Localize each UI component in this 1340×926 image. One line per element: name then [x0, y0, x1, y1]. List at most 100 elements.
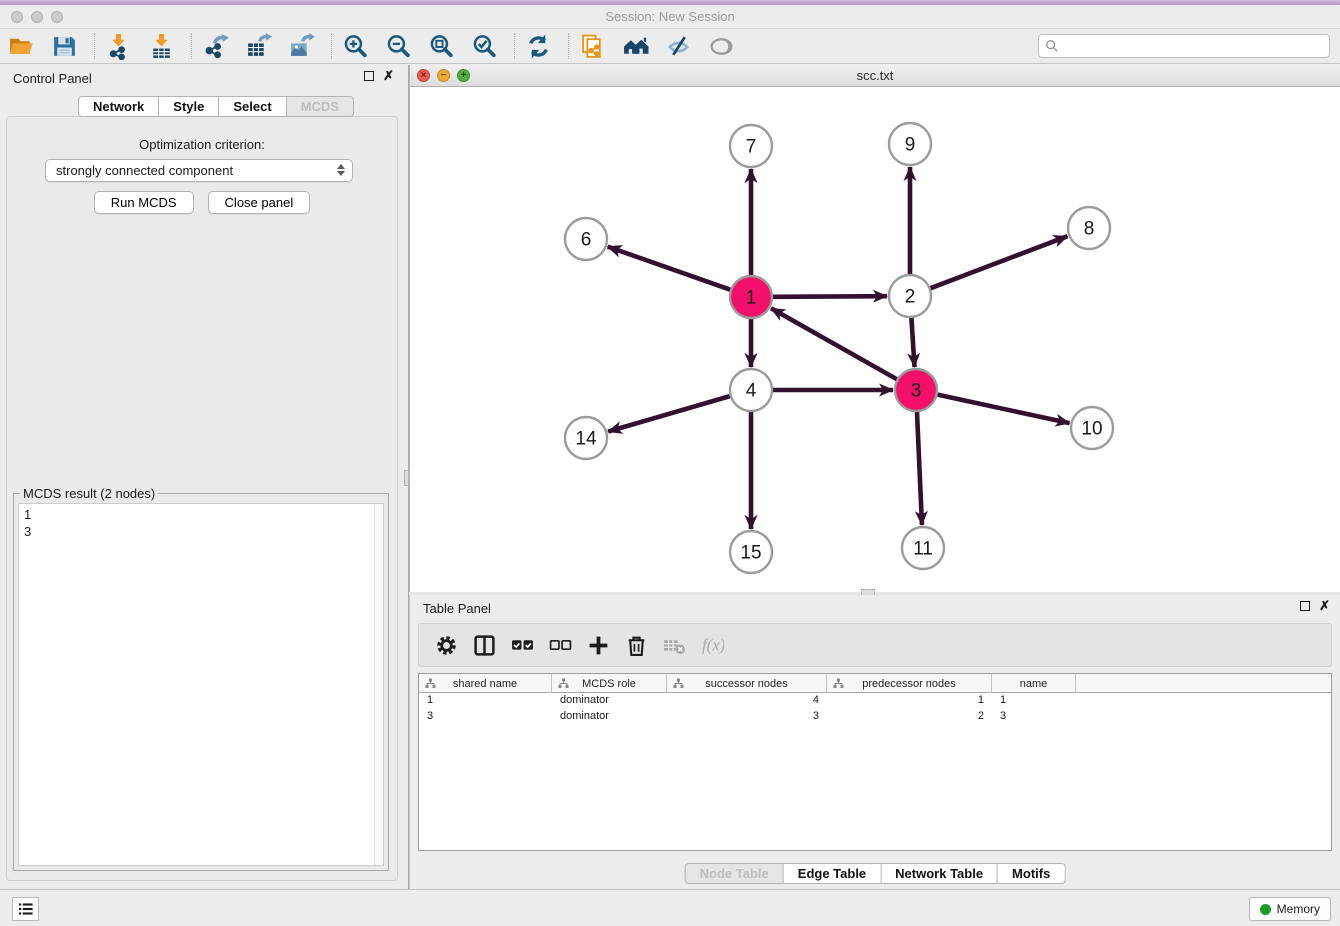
toolbar-separator: [568, 33, 569, 59]
edge-4-14[interactable]: [608, 396, 730, 431]
column-header-name[interactable]: name: [992, 674, 1076, 693]
node-label-9: 9: [905, 135, 916, 156]
column-header-shared-name[interactable]: shared name: [419, 674, 552, 693]
zoom-fit-icon[interactable]: [426, 31, 456, 61]
table-cell[interactable]: dominator: [552, 693, 667, 709]
node-label-8: 8: [1084, 219, 1095, 240]
float-panel-icon[interactable]: [364, 71, 374, 81]
mcds-result-group: MCDS result (2 nodes) 1 3: [13, 493, 389, 871]
zoom-out-icon[interactable]: [383, 31, 413, 61]
edge-2-3[interactable]: [911, 318, 914, 367]
criterion-dropdown[interactable]: strongly connected component: [45, 159, 353, 182]
table-cell[interactable]: 4: [667, 693, 827, 709]
table-cell[interactable]: 1: [827, 693, 992, 709]
criterion-value: strongly connected component: [56, 163, 233, 178]
close-table-panel-icon[interactable]: ✗: [1319, 601, 1330, 611]
table-cell[interactable]: dominator: [552, 709, 667, 725]
eye-icon[interactable]: [706, 31, 736, 61]
network-title: scc.txt: [410, 68, 1340, 83]
header-filler: [1076, 674, 1331, 693]
edge-1-6[interactable]: [608, 247, 731, 290]
export-network-icon[interactable]: [200, 31, 230, 61]
refresh-icon[interactable]: [523, 31, 553, 61]
trash-icon[interactable]: [623, 632, 649, 658]
close-panel-icon[interactable]: ✗: [383, 71, 394, 81]
add-icon[interactable]: [585, 632, 611, 658]
control-panel-header: Control Panel ✗: [0, 65, 404, 91]
tab-network-table[interactable]: Network Table: [881, 863, 998, 884]
mcds-result-title: MCDS result (2 nodes): [20, 486, 158, 501]
table-cell[interactable]: 3: [667, 709, 827, 725]
node-label-10: 10: [1081, 419, 1102, 440]
columns-icon[interactable]: [471, 632, 497, 658]
shared-column-icon: [833, 678, 844, 689]
export-table-icon[interactable]: [243, 31, 273, 61]
table-cell[interactable]: 1: [992, 693, 1076, 709]
memory-button[interactable]: Memory: [1249, 897, 1331, 921]
search-box[interactable]: [1038, 34, 1330, 58]
node-label-4: 4: [746, 381, 757, 402]
control-panel-tabs: NetworkStyleSelectMCDS: [78, 96, 354, 117]
close-panel-button[interactable]: Close panel: [208, 191, 311, 214]
result-scrollbar[interactable]: [374, 504, 383, 865]
node-label-14: 14: [575, 429, 597, 450]
edge-1-2[interactable]: [773, 296, 887, 297]
tab-mcds[interactable]: MCDS: [287, 96, 354, 117]
node-label-3: 3: [911, 381, 922, 402]
export-image-icon[interactable]: [286, 31, 316, 61]
control-panel: Control Panel ✗ NetworkStyleSelectMCDS O…: [0, 65, 404, 889]
home-icon[interactable]: [620, 31, 650, 61]
tab-select[interactable]: Select: [219, 96, 286, 117]
edge-2-8[interactable]: [931, 236, 1068, 288]
zoom-in-icon[interactable]: [340, 31, 370, 61]
edge-3-1[interactable]: [771, 308, 897, 379]
edge-3-11[interactable]: [917, 412, 922, 525]
memory-status-icon: [1260, 904, 1271, 915]
tab-network[interactable]: Network: [78, 96, 159, 117]
task-history-button[interactable]: [12, 897, 39, 921]
control-panel-title: Control Panel: [13, 71, 92, 86]
dropdown-stepper-icon: [337, 164, 345, 176]
node-label-7: 7: [746, 137, 757, 158]
column-header-MCDS-role[interactable]: MCDS role: [552, 674, 667, 693]
gear-icon[interactable]: [433, 632, 459, 658]
import-table-icon[interactable]: [146, 31, 176, 61]
table-row[interactable]: 1dominator411: [419, 693, 1331, 709]
network-window-titlebar[interactable]: × − + scc.txt: [410, 65, 1340, 87]
cytoscape-app: { "window": { "title": "Session: New Ses…: [0, 0, 1340, 926]
open-folder-icon[interactable]: [6, 31, 36, 61]
search-icon: [1045, 39, 1059, 53]
network-document-icon[interactable]: [577, 31, 607, 61]
function-icon: f(x): [699, 632, 725, 658]
deselect-all-icon[interactable]: [547, 632, 573, 658]
column-header-predecessor-nodes[interactable]: predecessor nodes: [827, 674, 992, 693]
toolbar-separator: [94, 33, 95, 59]
table-row[interactable]: 3dominator323: [419, 709, 1331, 725]
table-cell[interactable]: 2: [827, 709, 992, 725]
table-tabs: Node TableEdge TableNetwork TableMotifs: [685, 863, 1066, 884]
zoom-selected-icon[interactable]: [469, 31, 499, 61]
tab-motifs[interactable]: Motifs: [998, 863, 1065, 884]
session-title: Session: New Session: [0, 9, 1340, 24]
delete-table-icon: [661, 632, 687, 658]
import-network-icon[interactable]: [103, 31, 133, 61]
hide-panel-icon[interactable]: [663, 31, 693, 61]
edge-3-10[interactable]: [938, 395, 1070, 424]
column-header-successor-nodes[interactable]: successor nodes: [667, 674, 827, 693]
toolbar-separator: [514, 33, 515, 59]
run-mcds-button[interactable]: Run MCDS: [94, 191, 194, 214]
search-input[interactable]: [1063, 39, 1323, 53]
mcds-result-area[interactable]: 1 3: [18, 503, 384, 866]
table-cell[interactable]: 1: [419, 693, 552, 709]
save-icon[interactable]: [49, 31, 79, 61]
table-panel-header: Table Panel ✗: [410, 595, 1340, 621]
network-canvas[interactable]: 7968124314101511: [410, 87, 1340, 592]
tab-style[interactable]: Style: [159, 96, 219, 117]
tab-edge-table[interactable]: Edge Table: [784, 863, 881, 884]
tab-node-table[interactable]: Node Table: [685, 863, 784, 884]
list-icon: [17, 900, 35, 918]
table-cell[interactable]: 3: [419, 709, 552, 725]
select-all-icon[interactable]: [509, 632, 535, 658]
table-cell[interactable]: 3: [992, 709, 1076, 725]
float-table-panel-icon[interactable]: [1300, 601, 1310, 611]
